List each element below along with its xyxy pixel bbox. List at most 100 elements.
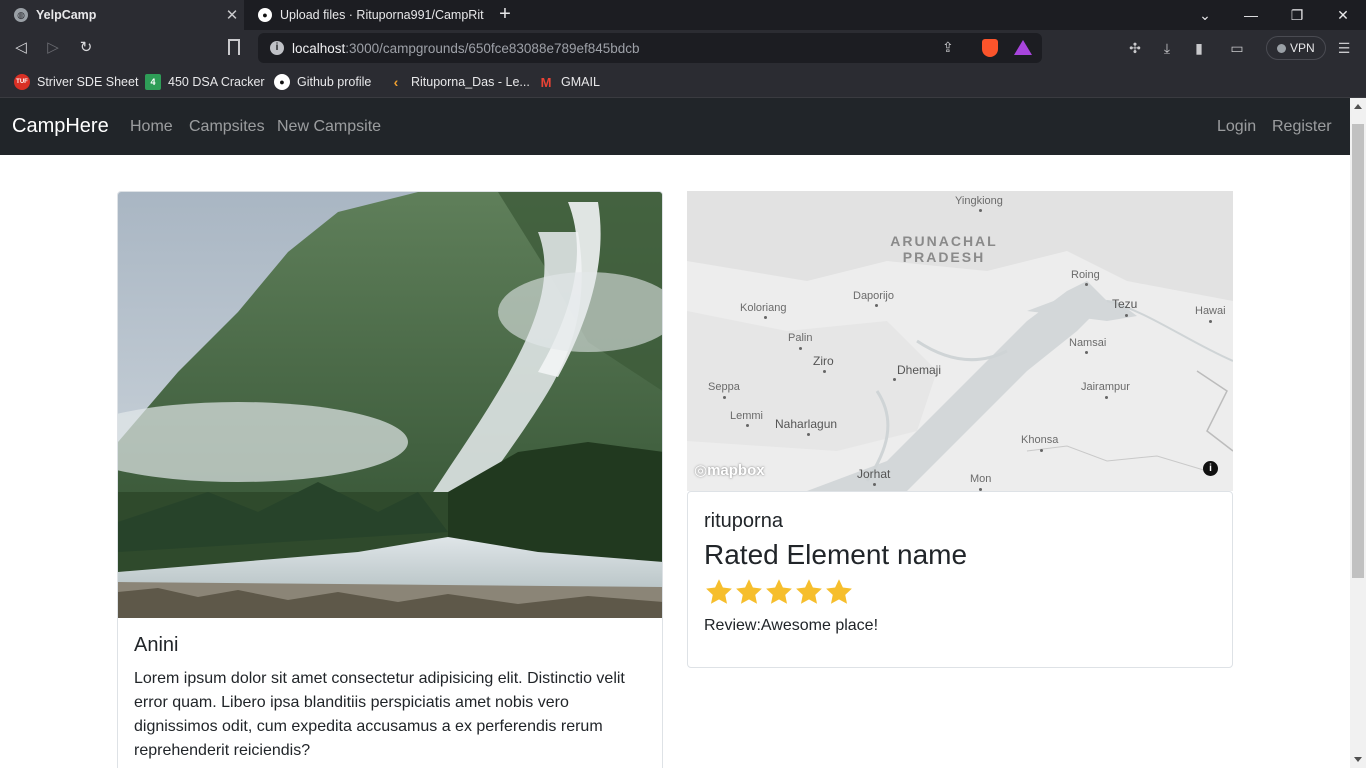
forward-button[interactable]: ▷ [42, 37, 64, 59]
globe-icon: ◍ [14, 8, 28, 22]
map-place-dot [1085, 351, 1088, 354]
star-icon [706, 579, 732, 604]
scrollbar-thumb[interactable] [1352, 124, 1364, 578]
restore-button[interactable]: ❐ [1274, 0, 1320, 30]
brave-shields-icon[interactable] [982, 39, 998, 57]
vpn-button[interactable]: VPN [1266, 36, 1326, 60]
share-icon[interactable]: ⇪ [942, 39, 954, 56]
campground-title: Anini [134, 634, 179, 656]
campground-map[interactable]: ARUNACHAL PRADESH Yingkiong Roing Tezu H… [687, 191, 1233, 491]
bookmark-striver[interactable]: TUF Striver SDE Sheet [14, 72, 138, 92]
map-place: Seppa [708, 381, 740, 393]
map-place-dot [873, 483, 876, 486]
map-place-dot [1105, 396, 1108, 399]
close-window-button[interactable]: ✕ [1320, 0, 1366, 30]
bookmark-leetcode[interactable]: ‹ Rituporna_Das - Le... [388, 72, 530, 92]
nav-new-campsite[interactable]: New Campsite [277, 118, 381, 136]
campground-description: Lorem ipsum dolor sit amet consectetur a… [134, 670, 625, 759]
review-text: Review:Awesome place! [704, 617, 879, 634]
new-tab-button[interactable]: + [494, 4, 516, 26]
map-place-dot [823, 370, 826, 373]
back-button[interactable]: ◁ [10, 37, 32, 59]
nav-register[interactable]: Register [1272, 118, 1332, 136]
map-place-dot [1085, 283, 1088, 286]
map-place: Yingkiong [955, 195, 1003, 207]
review-author: rituporna [704, 510, 783, 532]
map-place: Daporijo [853, 290, 894, 302]
review-card: rituporna Rated Element name Review:Awes… [687, 491, 1233, 668]
tab-title: Upload files · Rituporna991/CampRitu [280, 8, 484, 22]
close-tab-icon[interactable]: ✕ [222, 6, 242, 24]
map-place-dot [746, 424, 749, 427]
bookmark-icon[interactable] [228, 39, 240, 55]
map-place-dot [764, 316, 767, 319]
github-icon: ● [274, 74, 290, 90]
map-place-dot [893, 378, 896, 381]
bookmark-gmail[interactable]: M GMAIL [538, 72, 600, 92]
number-4-icon: 4 [145, 74, 161, 90]
scroll-down-icon[interactable] [1354, 757, 1362, 762]
brave-rewards-icon[interactable] [1014, 40, 1032, 55]
map-place: Palin [788, 332, 813, 344]
map-place: Khonsa [1021, 434, 1059, 446]
menu-icon[interactable]: ☰ [1334, 38, 1354, 58]
site-info-icon[interactable]: i [270, 41, 284, 55]
bookmarks-bar: TUF Striver SDE Sheet 4 450 DSA Cracker … [0, 66, 1366, 98]
url-text: localhost:3000/campgrounds/650fce83088e7… [292, 41, 640, 56]
minimize-button[interactable]: — [1228, 0, 1274, 30]
extensions-icon[interactable]: ✣ [1125, 38, 1145, 58]
map-info-icon[interactable]: i [1203, 461, 1218, 476]
review-rating-heading: Rated Element name [704, 539, 968, 570]
sidebar-icon[interactable]: ▮ [1189, 38, 1209, 58]
map-place: Tezu [1112, 297, 1138, 311]
vpn-status-icon [1277, 44, 1286, 53]
browser-toolbar: ◁ ▷ ↻ i localhost:3000/campgrounds/650fc… [0, 30, 1366, 66]
download-icon[interactable]: ⤓ [1157, 38, 1177, 58]
star-icon [766, 579, 792, 604]
campground-photo [118, 192, 662, 618]
mapbox-logo[interactable]: ◎mapbox [694, 461, 765, 479]
map-place-dot [875, 304, 878, 307]
map-place-dot [979, 209, 982, 212]
map-place-dot [1209, 320, 1212, 323]
map-place: Hawai [1195, 305, 1226, 317]
map-place: Lemmi [730, 410, 764, 422]
map-place: Roing [1071, 269, 1100, 281]
web-page: CampHere Home Campsites New Campsite Log… [0, 98, 1350, 768]
bookmark-450-dsa[interactable]: 4 450 DSA Cracker [145, 72, 265, 92]
brand-logo[interactable]: CampHere [12, 115, 109, 138]
nav-campsites[interactable]: Campsites [189, 118, 265, 136]
campground-card: Anini Lorem ipsum dolor sit amet consect… [117, 191, 663, 768]
address-bar[interactable]: i localhost:3000/campgrounds/650fce83088… [258, 33, 1042, 63]
nav-login[interactable]: Login [1217, 118, 1256, 136]
star-icon [796, 579, 822, 604]
site-navbar: CampHere Home Campsites New Campsite Log… [0, 98, 1350, 155]
star-icon [736, 579, 762, 604]
map-place: Mon [970, 473, 992, 485]
map-place: Dhemaji [897, 363, 942, 377]
campground-card-body: Anini Lorem ipsum dolor sit amet consect… [118, 618, 662, 768]
map-place-dot [807, 433, 810, 436]
browser-tab-bar: ◍ YelpCamp ✕ ● Upload files · Rituporna9… [0, 0, 1366, 30]
star-rating [704, 577, 1216, 607]
page-scrollbar[interactable] [1350, 98, 1366, 768]
map-place-dot [1040, 449, 1043, 452]
tab-yelpcamp[interactable]: ◍ YelpCamp ✕ [0, 0, 244, 30]
scroll-up-icon[interactable] [1354, 104, 1362, 109]
bookmark-github[interactable]: ● Github profile [274, 72, 371, 92]
map-place-dot [799, 347, 802, 350]
map-place: Jairampur [1081, 381, 1130, 393]
reload-button[interactable]: ↻ [75, 37, 97, 59]
nav-home[interactable]: Home [130, 118, 173, 136]
map-place: Koloriang [740, 302, 787, 314]
github-icon: ● [258, 8, 272, 22]
map-place-dot [723, 396, 726, 399]
map-place: Naharlagun [775, 417, 838, 431]
star-icon [826, 579, 852, 604]
leetcode-icon: ‹ [393, 74, 399, 90]
wallet-icon[interactable]: ▭ [1227, 38, 1247, 58]
map-place: Namsai [1069, 337, 1107, 349]
gmail-icon: M [540, 74, 552, 90]
tab-list-icon[interactable]: ⌄ [1182, 0, 1228, 30]
tab-upload-files[interactable]: ● Upload files · Rituporna991/CampRitu [244, 0, 484, 30]
